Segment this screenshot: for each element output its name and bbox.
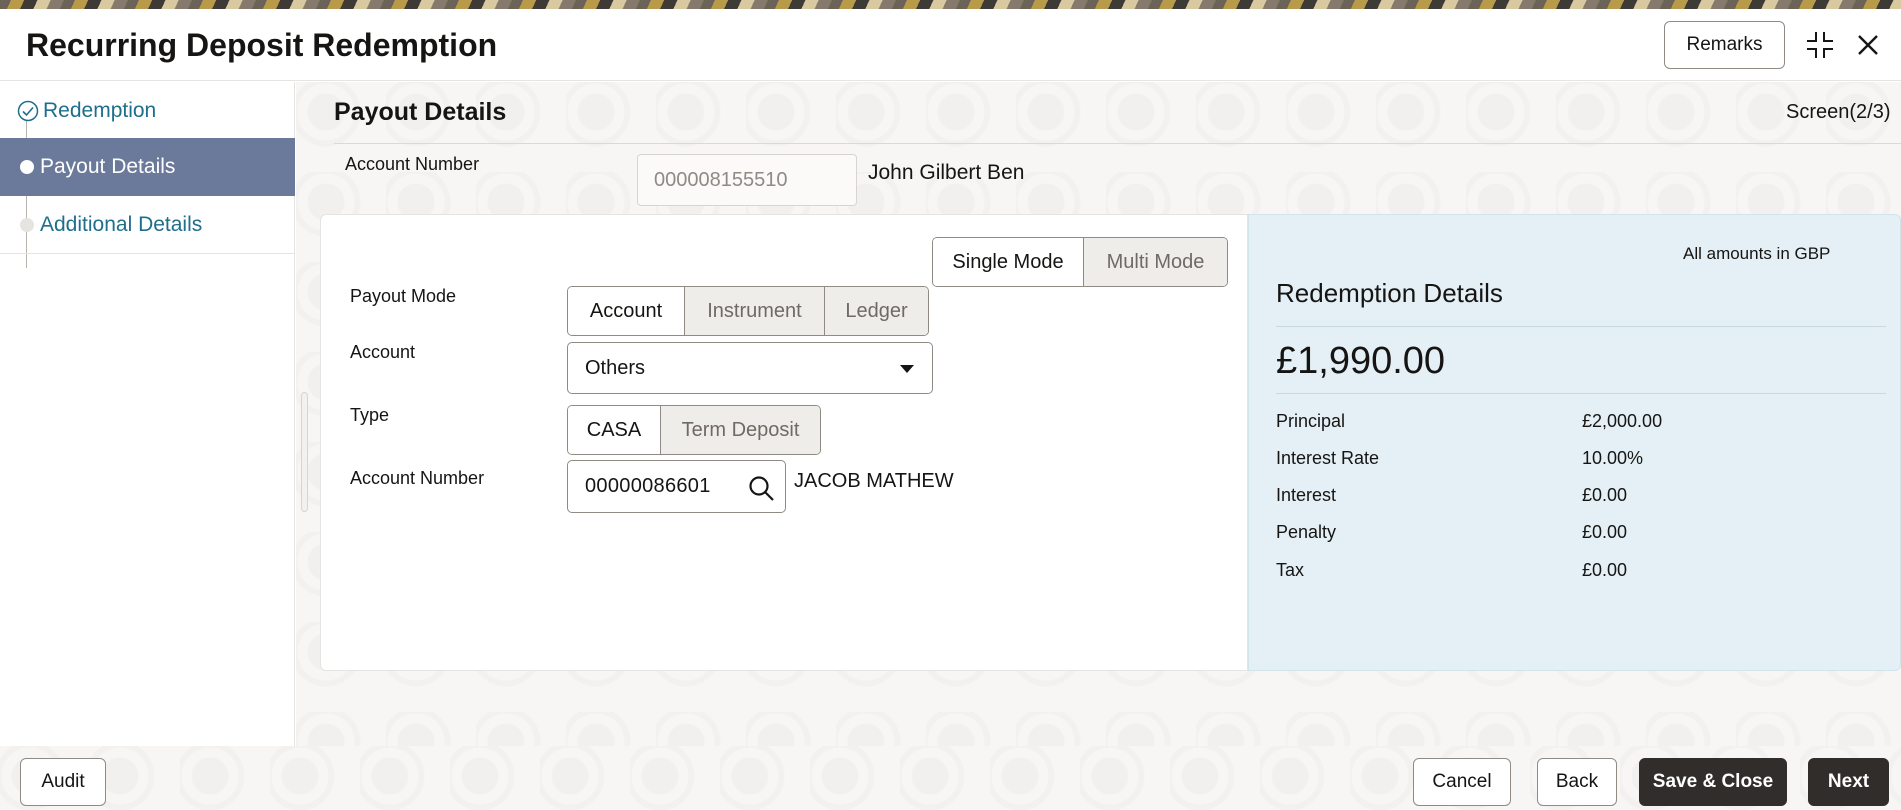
remarks-button[interactable]: Remarks	[1664, 21, 1785, 69]
active-step-dot-icon	[20, 160, 34, 174]
redemption-details-title: Redemption Details	[1276, 278, 1503, 308]
check-circle-icon	[17, 100, 39, 122]
single-mode-option[interactable]: Single Mode	[933, 238, 1083, 286]
type-casa[interactable]: CASA	[568, 406, 660, 454]
payout-account-number-label: Account Number	[350, 468, 485, 488]
payout-mode-label: Payout Mode	[350, 286, 457, 306]
payout-mode-instrument[interactable]: Instrument	[684, 287, 824, 335]
audit-button[interactable]: Audit	[20, 758, 106, 806]
type-label: Type	[350, 405, 390, 425]
section-divider	[334, 143, 1901, 144]
detail-label: Interest	[1276, 485, 1337, 505]
detail-value: 10.00%	[1582, 448, 1644, 468]
payout-account-holder-name: JACOB MATHEW	[794, 470, 954, 492]
detail-value: £0.00	[1582, 560, 1628, 580]
type-toggle: CASA Term Deposit	[567, 405, 821, 455]
account-select-value: Others	[585, 356, 646, 379]
detail-label: Tax	[1276, 560, 1305, 580]
payout-mode-toggle: Account Instrument Ledger	[567, 286, 929, 336]
account-label: Account	[350, 342, 416, 362]
type-term-deposit[interactable]: Term Deposit	[660, 406, 820, 454]
section-title: Payout Details	[334, 98, 507, 126]
pending-step-dot-icon	[20, 218, 34, 232]
step-label: Payout Details	[40, 155, 176, 178]
screen-indicator: Screen(2/3)	[1786, 101, 1891, 123]
cancel-button[interactable]: Cancel	[1413, 758, 1511, 806]
account-number-field: 000008155510	[637, 154, 857, 206]
payout-mode-ledger[interactable]: Ledger	[824, 287, 928, 335]
detail-label: Principal	[1276, 411, 1346, 431]
back-button[interactable]: Back	[1537, 758, 1617, 806]
minimize-icon[interactable]	[1802, 27, 1838, 63]
detail-value: £2,000.00	[1582, 411, 1663, 431]
detail-value: £0.00	[1582, 522, 1628, 542]
payout-account-number-value: 00000086601	[585, 475, 711, 497]
page-title: Recurring Deposit Redemption	[26, 27, 498, 63]
account-holder-name: John Gilbert Ben	[868, 161, 1025, 184]
detail-label: Penalty	[1276, 522, 1337, 542]
detail-value: £0.00	[1582, 485, 1628, 505]
account-select[interactable]: Others	[567, 342, 933, 394]
payout-account-number-input[interactable]: 00000086601	[567, 460, 786, 513]
detail-label: Interest Rate	[1276, 448, 1380, 468]
step-label: Redemption	[43, 99, 157, 122]
step-label: Additional Details	[40, 212, 203, 236]
account-number-label: Account Number	[345, 154, 480, 174]
banner-strip	[0, 0, 1901, 9]
currency-note: All amounts in GBP	[1683, 244, 1831, 263]
step-redemption[interactable]: Redemption	[0, 82, 295, 140]
step-payout-details[interactable]: Payout Details	[0, 138, 295, 196]
next-button[interactable]: Next	[1808, 758, 1889, 806]
scrollbar-handle[interactable]	[301, 392, 308, 512]
close-icon[interactable]	[1850, 27, 1886, 63]
multi-mode-option[interactable]: Multi Mode	[1083, 238, 1227, 286]
save-close-button[interactable]: Save & Close	[1639, 758, 1787, 806]
summary-divider	[1276, 393, 1886, 394]
mode-toggle: Single Mode Multi Mode	[932, 237, 1228, 287]
redemption-total: £1,990.00	[1276, 340, 1446, 382]
summary-divider	[1276, 326, 1886, 327]
payout-mode-account[interactable]: Account	[568, 287, 684, 335]
page-header: Recurring Deposit Redemption Remarks	[0, 9, 1901, 81]
step-sidebar: Redemption Payout Details Additional Det…	[0, 82, 295, 746]
chevron-down-icon	[900, 365, 914, 373]
step-additional-details[interactable]: Additional Details	[0, 196, 295, 254]
search-icon[interactable]	[747, 474, 775, 502]
